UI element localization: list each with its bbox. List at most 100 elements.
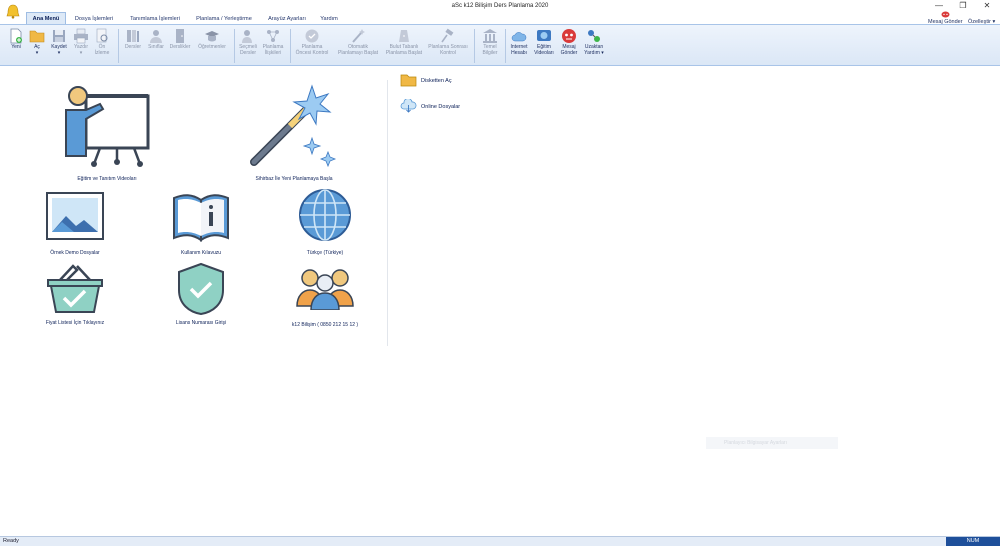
restore-button[interactable]: ❐	[954, 1, 972, 11]
egitim-tanitim-caption: Eğitim ve Tanıtım Videoları	[77, 176, 137, 182]
planlama-sonrasi-kontrol-label: Planlama Sonrası Kontrol	[428, 44, 468, 56]
planlama-oncesi-kontrol-label: Planlama Öncesi Kontrol	[295, 44, 329, 56]
temel-bilgiler-label: Temel Bilgiler	[482, 44, 498, 56]
ogretmenler-button[interactable]: Öğretmenler	[194, 28, 230, 64]
magic-wand-icon	[352, 29, 365, 43]
new-document-icon	[10, 28, 22, 44]
kullanim-kilavuzu-tile[interactable]: Kullanım Kılavuzu	[172, 192, 230, 256]
ribbon-separator	[474, 29, 475, 63]
magic-wand-large-icon	[250, 84, 337, 168]
otomatik-planlama-label: Otomatik Planlamayı Başlat	[337, 44, 379, 56]
close-button[interactable]: ✕	[978, 1, 996, 11]
ribbon-separator	[234, 29, 235, 63]
status-bar: Ready NUM	[0, 536, 1000, 546]
bulut-tabanli-planlama-label: Bulut Tabanlı Planlama Başlat	[385, 44, 423, 56]
ribbon-separator	[290, 29, 291, 63]
ornek-demo-tile[interactable]: Örnek Demo Dosyalar	[46, 192, 104, 256]
print-preview-button[interactable]: Ön İzleme	[92, 28, 112, 64]
online-dosyalar-label: Online Dosyalar	[421, 104, 461, 110]
disketten-ac-link[interactable]: Disketten Aç	[400, 73, 480, 89]
folder-icon	[400, 74, 417, 87]
elective-user-icon	[242, 30, 252, 43]
secmeli-dersler-button[interactable]: Seçmeli Dersler	[237, 28, 259, 64]
graduation-cap-icon	[205, 31, 219, 42]
egitim-tanitim-tile[interactable]: Eğitim ve Tanıtım Videoları	[60, 84, 154, 182]
ribbon-toolbar: Yeni Aç ▾ Kaydet ▾ Yazdır ▾ Ön İzleme De…	[0, 24, 1000, 66]
derslikler-label: Derslikler	[169, 44, 191, 50]
print-button[interactable]: Yazdır ▾	[71, 28, 91, 64]
new-button[interactable]: Yeni	[6, 28, 26, 64]
fiyat-listesi-caption: Fiyat Listesi İçin Tıklayınız	[45, 320, 105, 326]
ogretmenler-label: Öğretmenler	[198, 44, 226, 50]
temel-bilgiler-button[interactable]: Temel Bilgiler	[478, 28, 502, 64]
disketten-ac-label: Disketten Aç	[421, 78, 452, 84]
save-button[interactable]: Kaydet ▾	[49, 28, 69, 64]
online-dosyalar-link[interactable]: Online Dosyalar	[400, 99, 480, 115]
internet-hesabi-button[interactable]: Internet Hesabı	[507, 28, 531, 64]
siniflar-label: Sınıflar	[148, 44, 164, 50]
planlama-sonrasi-kontrol-button[interactable]: Planlama Sonrası Kontrol	[426, 28, 470, 64]
sihirbaz-caption: Sihirbaz İle Yeni Planlamaya Başla	[255, 176, 333, 182]
dersler-label: Dersler	[124, 44, 142, 50]
internet-hesabi-label: Internet Hesabı	[510, 44, 528, 56]
mesaj-gonder-button[interactable]: Mesaj Gönder	[557, 28, 581, 64]
folder-open-icon	[29, 30, 45, 43]
dersler-button[interactable]: Dersler	[122, 28, 144, 64]
kullanim-kilavuzu-caption: Kullanım Kılavuzu	[180, 250, 222, 256]
num-lock-indicator: NUM	[946, 537, 1000, 546]
uzaktan-yardim-label: Uzaktan Yardım ▾	[584, 44, 604, 56]
shield-check-icon	[178, 262, 224, 316]
institution-icon	[483, 29, 497, 43]
lisans-caption: Lisans Numarası Girişi	[175, 320, 227, 326]
window-title: aSc k12 Bilişim Ders Planlama 2020	[451, 3, 549, 9]
check-circle-icon	[305, 29, 319, 43]
cloud-download-icon	[400, 99, 417, 113]
lisans-tile[interactable]: Lisans Numarası Girişi	[176, 262, 226, 326]
save-dropdown-arrow[interactable]: ▾	[49, 50, 69, 57]
fiyat-listesi-tile[interactable]: Fiyat Listesi İçin Tıklayınız	[46, 262, 104, 326]
save-disk-icon	[53, 30, 65, 42]
team-users-icon	[296, 269, 354, 310]
egitim-videolari-label: Eğitim Videoları	[534, 44, 554, 56]
planlama-iliskileri-label: Planlama İlişkileri	[262, 44, 284, 56]
ribbon-separator	[118, 29, 119, 63]
print-preview-label: Ön İzleme	[94, 44, 110, 56]
mesaj-gonder-label: Mesaj Gönder	[560, 44, 578, 56]
open-dropdown-arrow[interactable]: ▾	[27, 50, 47, 57]
derslikler-button[interactable]: Derslikler	[168, 28, 192, 64]
print-dropdown-arrow[interactable]: ▾	[71, 50, 91, 57]
status-ready: Ready	[3, 538, 19, 544]
bulut-tabanli-planlama-button[interactable]: Bulut Tabanlı Planlama Başlat	[383, 28, 425, 64]
sihirbaz-tile[interactable]: Sihirbaz İle Yeni Planlamaya Başla	[250, 84, 338, 182]
content-divider	[387, 80, 388, 346]
printer-icon	[74, 28, 88, 44]
planlama-iliskileri-button[interactable]: Planlama İlişkileri	[260, 28, 286, 64]
books-icon	[127, 30, 139, 42]
k12-bilisim-tile[interactable]: k12 Bilişim ( 0850 212 15 12 )	[292, 266, 358, 328]
title-bar: aSc k12 Bilişim Ders Planlama 2020 — ❐ ✕	[0, 0, 1000, 19]
uzaktan-yardim-button[interactable]: Uzaktan Yardım ▾	[582, 28, 606, 64]
shopping-basket-icon	[47, 264, 103, 313]
faded-notification-text: Planlayıcı Bilgisayar Ayarları	[724, 440, 787, 446]
siniflar-button[interactable]: Sınıflar	[145, 28, 167, 64]
video-globe-icon	[537, 30, 551, 41]
chat-bubble-icon[interactable]	[941, 11, 950, 19]
k12-bilisim-caption: k12 Bilişim ( 0850 212 15 12 )	[291, 322, 359, 328]
remote-help-icon	[588, 30, 600, 42]
gavel-icon	[441, 28, 454, 43]
open-button[interactable]: Aç ▾	[27, 28, 47, 64]
print-preview-icon	[96, 28, 108, 43]
new-label: Yeni	[11, 44, 21, 50]
turkce-language-tile[interactable]: Türkçe (Türkiye)	[296, 188, 354, 256]
planlama-oncesi-kontrol-button[interactable]: Planlama Öncesi Kontrol	[292, 28, 332, 64]
egitim-videolari-button[interactable]: Eğitim Videoları	[532, 28, 556, 64]
door-icon	[176, 29, 184, 43]
otomatik-planlama-button[interactable]: Otomatik Planlamayı Başlat	[334, 28, 382, 64]
cloud-icon	[511, 32, 527, 42]
secmeli-dersler-label: Seçmeli Dersler	[239, 44, 257, 56]
message-face-icon	[562, 29, 576, 43]
minimize-button[interactable]: —	[930, 1, 948, 11]
ribbon-separator	[505, 29, 506, 63]
turkce-caption: Türkçe (Türkiye)	[306, 250, 344, 256]
manual-book-icon	[173, 194, 229, 242]
